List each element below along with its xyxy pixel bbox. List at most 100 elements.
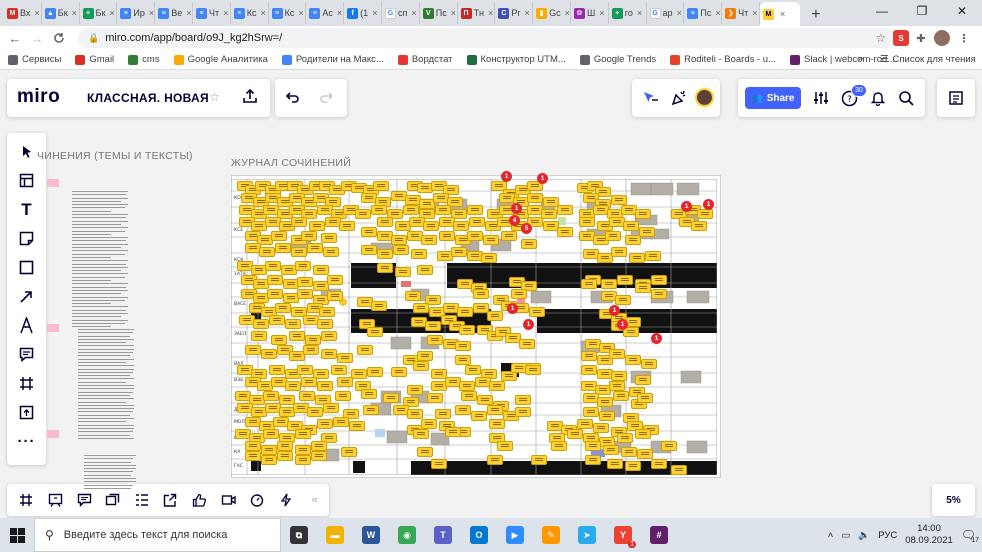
comment-sticker-icon[interactable] bbox=[269, 365, 285, 375]
celebrate-icon[interactable] bbox=[670, 89, 688, 107]
comment-sticker-icon[interactable] bbox=[311, 441, 327, 451]
comment-sticker-icon[interactable] bbox=[477, 395, 493, 405]
board-title[interactable]: КЛАССНАЯ. НОВАЯ bbox=[87, 91, 209, 105]
comment-sticker-icon[interactable] bbox=[417, 447, 433, 457]
tray-arrow-icon[interactable]: ˄ bbox=[828, 530, 834, 541]
shape-icon[interactable] bbox=[7, 253, 46, 282]
comment-sticker-icon[interactable] bbox=[637, 449, 653, 459]
comment-sticker-icon[interactable] bbox=[407, 409, 423, 419]
comment-sticker-icon[interactable] bbox=[421, 419, 437, 429]
comment-sticker-icon[interactable] bbox=[265, 261, 281, 271]
comment-sticker-icon[interactable] bbox=[267, 275, 283, 285]
address-bar[interactable]: 🔒 miro.com/app/board/o9J_kg2hSrw=/ ☆ bbox=[78, 28, 896, 48]
comment-sticker-icon[interactable] bbox=[307, 243, 323, 253]
essay-journal-grid[interactable]: КОКСЕКСК1АТАВАСЕЗАЕЛВАЛВЭБДАНМОЛЕЛИКАГАС… bbox=[231, 171, 717, 475]
frame-title-topics[interactable]: ЧИНЕНИЯ (ТЕМЫ И ТЕКСТЫ) bbox=[37, 150, 193, 162]
comment-sticker-icon[interactable] bbox=[377, 249, 393, 259]
taskbar-app-button[interactable]: ✎ bbox=[533, 518, 569, 552]
comment-sticker-icon[interactable] bbox=[309, 221, 325, 231]
comment-count-badge[interactable]: 1 bbox=[617, 319, 628, 330]
comment-sticker-icon[interactable] bbox=[423, 221, 439, 231]
essay-texts-block[interactable] bbox=[78, 329, 134, 441]
comment-sticker-icon[interactable] bbox=[487, 455, 503, 465]
comment-sticker-icon[interactable] bbox=[259, 247, 275, 257]
tab-close-icon[interactable]: × bbox=[261, 8, 266, 18]
browser-tab[interactable]: ▲ Бк × bbox=[42, 2, 80, 24]
bookmark-item[interactable]: Google Trends bbox=[579, 54, 656, 65]
comment-sticker-icon[interactable] bbox=[317, 319, 333, 329]
settings-sliders-icon[interactable] bbox=[813, 90, 829, 106]
upload-icon[interactable] bbox=[7, 398, 46, 427]
comment-sticker-icon[interactable] bbox=[489, 419, 505, 429]
comment-sticker-icon[interactable] bbox=[339, 221, 355, 231]
browser-tab[interactable]: M Вх × bbox=[4, 2, 42, 24]
comment-sticker-icon[interactable] bbox=[337, 353, 353, 363]
browser-tab[interactable]: ≡ Чт × bbox=[193, 2, 231, 24]
comment-sticker-icon[interactable] bbox=[601, 279, 617, 289]
comment-sticker-icon[interactable] bbox=[245, 345, 261, 355]
comment-sticker-icon[interactable] bbox=[557, 205, 573, 215]
tab-close-icon[interactable]: × bbox=[488, 8, 493, 18]
comment-sticker-icon[interactable] bbox=[531, 455, 547, 465]
tab-close-icon[interactable]: × bbox=[72, 8, 77, 18]
comment-sticker-icon[interactable] bbox=[317, 381, 333, 391]
comment-sticker-icon[interactable] bbox=[605, 231, 621, 241]
taskbar-app-button[interactable]: ◉ bbox=[389, 518, 425, 552]
comment-sticker-icon[interactable] bbox=[435, 205, 451, 215]
tab-close-icon[interactable]: × bbox=[411, 8, 416, 18]
browser-tab[interactable]: C Pr × bbox=[495, 2, 534, 24]
comment-sticker-icon[interactable] bbox=[349, 421, 365, 431]
comment-sticker-icon[interactable] bbox=[651, 289, 667, 299]
comment-sticker-icon[interactable] bbox=[445, 427, 461, 437]
comment-sticker-icon[interactable] bbox=[417, 265, 433, 275]
comment-sticker-icon[interactable] bbox=[525, 365, 541, 375]
frame-title-journal[interactable]: ЖУРНАЛ СОЧИНЕНИЙ bbox=[231, 157, 351, 169]
taskbar-app-button[interactable]: ➤ bbox=[569, 518, 605, 552]
comment-sticker-icon[interactable] bbox=[451, 247, 467, 257]
bookmarks-overflow-button[interactable]: » bbox=[858, 53, 863, 64]
maximize-button[interactable]: ❐ bbox=[902, 0, 942, 22]
comment-sticker-icon[interactable] bbox=[613, 391, 629, 401]
comment-sticker-icon[interactable] bbox=[277, 451, 293, 461]
tab-close-icon[interactable]: × bbox=[186, 8, 191, 18]
bookmark-item[interactable]: Сервисы bbox=[8, 54, 61, 65]
comment-sticker-icon[interactable] bbox=[609, 381, 625, 391]
taskbar-search-input[interactable]: ⚲ Введите здесь текст для поиска bbox=[34, 518, 281, 552]
comment-sticker-icon[interactable] bbox=[639, 227, 655, 237]
comment-sticker-icon[interactable] bbox=[459, 325, 475, 335]
comment-icon[interactable] bbox=[7, 340, 46, 369]
lightning-icon[interactable] bbox=[271, 485, 300, 515]
forward-icon[interactable]: → bbox=[26, 27, 48, 49]
tab-close-icon[interactable]: × bbox=[599, 8, 604, 18]
thumbs-up-icon[interactable] bbox=[185, 485, 214, 515]
tab-close-icon[interactable]: × bbox=[780, 9, 785, 19]
reload-icon[interactable] bbox=[48, 27, 70, 49]
pink-sticky[interactable] bbox=[47, 179, 59, 187]
bookmark-star-icon[interactable]: ☆ bbox=[875, 31, 886, 45]
comment-sticker-icon[interactable] bbox=[459, 381, 475, 391]
comment-sticker-icon[interactable] bbox=[301, 377, 317, 387]
comment-sticker-icon[interactable] bbox=[515, 395, 531, 405]
comment-sticker-icon[interactable] bbox=[615, 295, 631, 305]
comment-sticker-icon[interactable] bbox=[617, 433, 633, 443]
comment-sticker-icon[interactable] bbox=[321, 349, 337, 359]
taskbar-app-button[interactable]: T bbox=[425, 518, 461, 552]
comment-sticker-icon[interactable] bbox=[481, 253, 497, 263]
comment-sticker-icon[interactable] bbox=[335, 391, 351, 401]
comment-sticker-icon[interactable] bbox=[521, 239, 537, 249]
comment-sticker-icon[interactable] bbox=[251, 331, 267, 341]
comment-sticker-icon[interactable] bbox=[431, 459, 447, 469]
comment-sticker-icon[interactable] bbox=[501, 231, 517, 241]
search-icon[interactable] bbox=[898, 90, 914, 106]
redo-icon[interactable] bbox=[319, 89, 335, 105]
tab-close-icon[interactable]: × bbox=[752, 8, 757, 18]
comment-sticker-icon[interactable] bbox=[383, 393, 399, 403]
browser-tab[interactable]: ✿ Ш × bbox=[571, 2, 609, 24]
comment-sticker-icon[interactable] bbox=[413, 429, 429, 439]
comment-sticker-icon[interactable] bbox=[557, 227, 573, 237]
frames-icon[interactable] bbox=[12, 485, 41, 515]
comment-sticker-icon[interactable] bbox=[581, 365, 597, 375]
keyboard-language[interactable]: РУС bbox=[878, 530, 897, 541]
comment-count-badge[interactable]: 5 bbox=[521, 223, 532, 234]
comment-sticker-icon[interactable] bbox=[487, 311, 503, 321]
